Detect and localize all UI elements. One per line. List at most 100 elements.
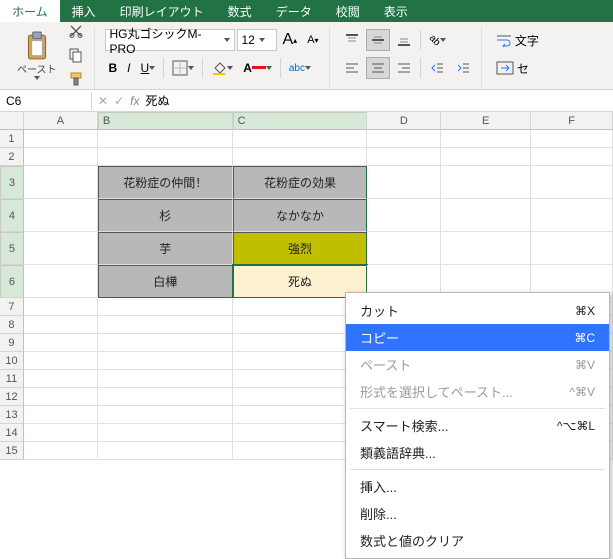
menu-thesaurus[interactable]: 類義語辞典... <box>346 439 609 466</box>
increase-indent-button[interactable] <box>451 57 475 79</box>
row-header[interactable]: 6 <box>0 265 24 298</box>
row-header[interactable]: 9 <box>0 334 24 352</box>
row-header[interactable]: 2 <box>0 148 24 166</box>
tab-data[interactable]: データ <box>264 0 324 22</box>
tab-layout[interactable]: 印刷レイアウト <box>108 0 216 22</box>
borders-button[interactable] <box>168 57 198 79</box>
cut-button[interactable] <box>64 20 88 42</box>
phonetic-button[interactable]: abc <box>285 60 315 77</box>
fx-icon[interactable]: fx <box>130 94 139 108</box>
format-painter-button[interactable] <box>64 68 88 90</box>
borders-icon <box>172 60 188 76</box>
bucket-icon <box>211 60 227 76</box>
chevron-down-icon <box>266 66 272 70</box>
scissors-icon <box>68 23 84 39</box>
tab-home[interactable]: ホーム <box>0 0 60 22</box>
cell-b5[interactable]: 芋 <box>98 232 233 265</box>
col-header[interactable]: E <box>441 112 531 130</box>
formula-bar: C6 ✕ ✓ fx 死ぬ <box>0 90 613 112</box>
align-group: ab <box>334 26 482 89</box>
font-color-button[interactable]: A <box>239 58 276 78</box>
select-all-corner[interactable] <box>0 112 24 130</box>
wrap-group: 文字 セ <box>486 26 549 89</box>
letter-a-icon: A <box>243 61 252 75</box>
merge-button[interactable]: セ <box>492 57 533 80</box>
chevron-down-icon <box>259 38 265 42</box>
row-header[interactable]: 14 <box>0 424 24 442</box>
col-header[interactable]: D <box>367 112 441 130</box>
menu-clear[interactable]: 数式と値のクリア <box>346 527 609 554</box>
row-header[interactable]: 7 <box>0 298 24 316</box>
menu-paste[interactable]: ペースト⌘V <box>346 351 609 378</box>
row-header[interactable]: 8 <box>0 316 24 334</box>
menu-insert[interactable]: 挿入... <box>346 473 609 500</box>
wrap-text-button[interactable]: 文字 <box>492 29 543 52</box>
separator <box>163 58 164 78</box>
cancel-icon[interactable]: ✕ <box>98 94 108 108</box>
orientation-button[interactable]: ab <box>425 32 450 49</box>
size-select[interactable]: 12 <box>237 29 277 51</box>
align-center-button[interactable] <box>366 57 390 79</box>
align-top-button[interactable] <box>340 29 364 51</box>
align-left-button[interactable] <box>340 57 364 79</box>
menu-smart-lookup[interactable]: スマート検索...^⌥⌘L <box>346 412 609 439</box>
menu-cut[interactable]: カット⌘X <box>346 297 609 324</box>
decrease-font-button[interactable]: A▾ <box>303 31 322 49</box>
decrease-indent-button[interactable] <box>425 57 449 79</box>
tab-view[interactable]: 表示 <box>372 0 420 22</box>
cell-c4[interactable]: なかなか <box>233 199 368 232</box>
grid: A B C D E F 1 2 3 花粉症の仲間！花粉症の効果 4 杉なかなか 5 芋… <box>0 112 613 460</box>
row-header[interactable]: 11 <box>0 370 24 388</box>
font-select[interactable]: HG丸ゴシックM-PRO <box>105 29 235 51</box>
align-right-button[interactable] <box>392 57 416 79</box>
align-middle-button[interactable] <box>366 29 390 51</box>
row-header[interactable]: 1 <box>0 130 24 148</box>
tab-formula[interactable]: 数式 <box>216 0 264 22</box>
orientation-icon: ab <box>426 32 442 48</box>
paste-button[interactable]: ペースト <box>12 28 62 83</box>
col-header[interactable]: B <box>98 112 233 130</box>
align-bottom-icon <box>396 32 412 48</box>
menu-copy[interactable]: コピー⌘C <box>346 324 609 351</box>
row-header[interactable]: 3 <box>0 166 24 199</box>
align-center-icon <box>370 60 386 76</box>
col-header[interactable]: C <box>233 112 368 130</box>
row-header[interactable]: 15 <box>0 442 24 460</box>
row-header[interactable]: 13 <box>0 406 24 424</box>
formula-input[interactable]: 死ぬ <box>145 92 169 109</box>
copy-button[interactable] <box>64 44 88 66</box>
col-header[interactable]: F <box>531 112 613 130</box>
separator <box>202 58 203 78</box>
chevron-down-icon <box>227 66 233 70</box>
bold-button[interactable]: B <box>105 58 122 78</box>
cell-c3[interactable]: 花粉症の効果 <box>233 166 368 199</box>
separator <box>420 30 421 50</box>
row-header[interactable]: 10 <box>0 352 24 370</box>
fill-color-button[interactable] <box>207 57 237 79</box>
tab-insert[interactable]: 挿入 <box>60 0 108 22</box>
italic-button[interactable]: I <box>123 58 134 78</box>
clipboard-icon <box>23 31 51 61</box>
underline-button[interactable]: U <box>137 58 160 78</box>
menu-delete[interactable]: 削除... <box>346 500 609 527</box>
clipboard-group: ペースト <box>6 26 95 89</box>
brush-icon <box>68 71 84 87</box>
menu-paste-special[interactable]: 形式を選択してペースト...^⌘V <box>346 378 609 405</box>
cell-b4[interactable]: 杉 <box>98 199 233 232</box>
name-box[interactable]: C6 <box>0 92 92 110</box>
cell-b6[interactable]: 白樺 <box>98 265 233 298</box>
cell-c5[interactable]: 強烈 <box>233 232 368 265</box>
align-right-icon <box>396 60 412 76</box>
menu-separator <box>350 469 605 470</box>
row-header[interactable]: 5 <box>0 232 24 265</box>
row-header[interactable]: 4 <box>0 199 24 232</box>
row-header[interactable]: 12 <box>0 388 24 406</box>
col-header[interactable]: A <box>24 112 98 130</box>
confirm-icon[interactable]: ✓ <box>114 94 124 108</box>
letter-a-small-icon: A <box>307 34 314 46</box>
tab-review[interactable]: 校閲 <box>324 0 372 22</box>
ribbon: ペースト HG丸ゴシックM-PRO 12 A▴ A▾ B I U A <box>0 22 613 90</box>
align-bottom-button[interactable] <box>392 29 416 51</box>
increase-font-button[interactable]: A▴ <box>279 28 302 52</box>
cell-b3[interactable]: 花粉症の仲間！ <box>98 166 233 199</box>
